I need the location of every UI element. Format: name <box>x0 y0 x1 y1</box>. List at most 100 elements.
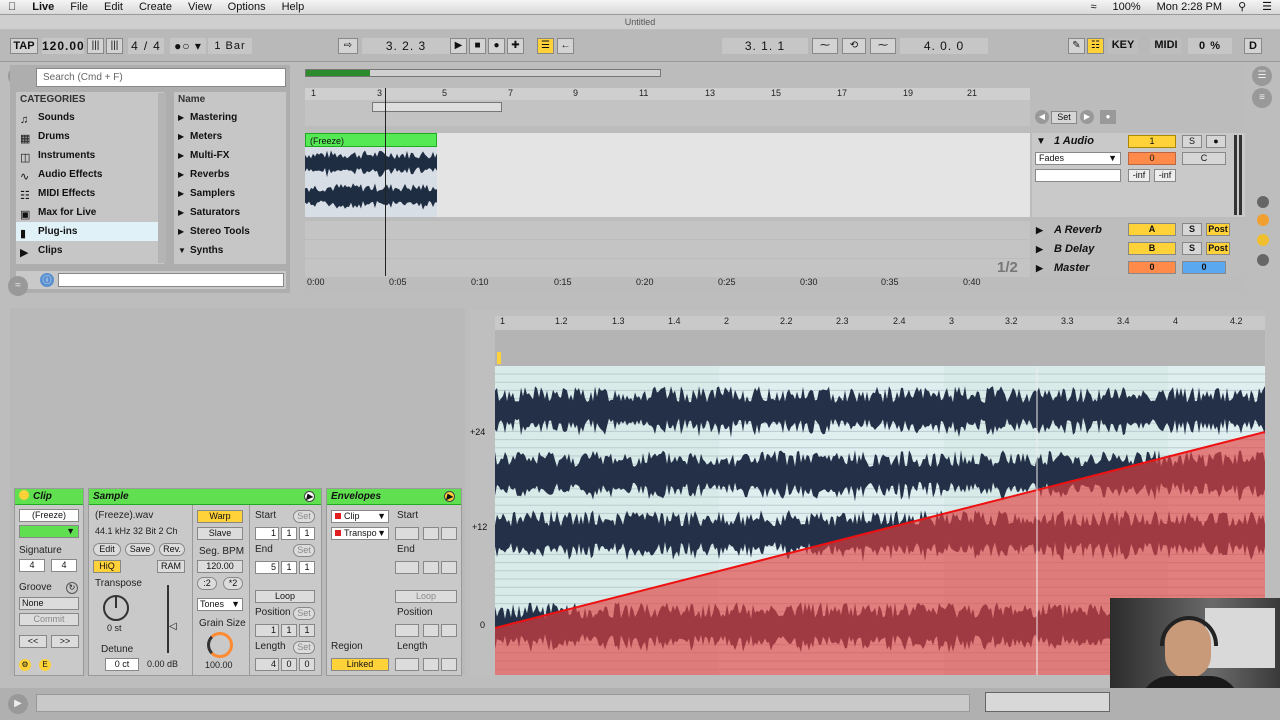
apple-icon[interactable]:  <box>0 0 24 15</box>
arrangement-view-icon[interactable]: ≡ <box>1252 88 1272 108</box>
mixer-toggle-icon[interactable] <box>1257 234 1269 246</box>
info-toggle-icon[interactable]: ▶ <box>8 694 28 714</box>
search-input[interactable]: Search (Cmd + F) <box>36 68 286 87</box>
punch-in-icon[interactable]: ⁓ <box>812 38 838 54</box>
category-midi-effects[interactable]: ☷ MIDI Effects <box>16 184 164 203</box>
delay-toggle-icon[interactable] <box>1257 254 1269 266</box>
env-position-field[interactable] <box>395 624 419 637</box>
warp-mode-select[interactable]: Tones ▼ <box>197 598 243 611</box>
return-activator[interactable]: A <box>1128 223 1176 236</box>
track-expand-icon[interactable]: ▶ <box>1036 259 1043 277</box>
punch-out-icon[interactable]: ⁓ <box>870 38 896 54</box>
slave-button[interactable]: Slave <box>197 527 243 540</box>
next-icon[interactable]: >> <box>51 635 79 648</box>
play-icon[interactable]: ▶ <box>450 38 467 54</box>
time-ruler[interactable]: 0:00 0:05 0:10 0:15 0:20 0:25 0:30 0:35 … <box>305 277 1030 289</box>
return-b-lane[interactable] <box>305 240 1030 258</box>
post-button[interactable]: Post <box>1206 223 1230 236</box>
start-marker[interactable] <box>497 352 501 364</box>
spotlight-icon[interactable]: ⚲ <box>1230 0 1254 15</box>
end-sixteenth[interactable]: 1 <box>299 561 315 574</box>
overview-bar[interactable] <box>305 69 661 77</box>
zoom-level[interactable]: 1/2 <box>997 259 1018 276</box>
arrangement-clip[interactable]: (Freeze) <box>305 133 437 217</box>
follow-icon[interactable]: ⇨ <box>338 38 358 54</box>
return-name[interactable]: B Delay <box>1054 240 1094 258</box>
length-sixteenth[interactable]: 0 <box>299 658 315 671</box>
automation-arm-icon[interactable]: ☰ <box>537 38 554 54</box>
master-lane[interactable] <box>305 259 1030 277</box>
category-plug-ins[interactable]: ▮ Plug-ins <box>16 222 164 241</box>
signature-numerator[interactable]: 4 <box>128 38 142 54</box>
start-bar[interactable]: 1 <box>255 527 279 540</box>
detune-field[interactable]: 0 ct <box>105 658 139 671</box>
tap-button[interactable]: TAP <box>10 38 38 54</box>
envelope-settings-icon[interactable]: E <box>39 659 51 671</box>
env-end-field[interactable] <box>441 561 457 574</box>
master-volume[interactable]: 0 <box>1128 261 1176 274</box>
category-instruments[interactable]: ◫ Instruments <box>16 146 164 165</box>
track-name[interactable]: 1 Audio <box>1054 135 1094 147</box>
io-toggle-icon[interactable] <box>1257 196 1269 208</box>
list-item[interactable]: ▶ Multi-FX <box>174 146 286 165</box>
grain-size-knob[interactable] <box>207 632 233 658</box>
gain-slider[interactable] <box>167 585 169 653</box>
nav-left-icon[interactable]: ◀ <box>1035 110 1049 124</box>
warp-button[interactable]: Warp <box>197 510 243 523</box>
end-beat[interactable]: 1 <box>281 561 297 574</box>
loop-switch-icon[interactable]: ⟲ <box>842 38 866 54</box>
gain-slider-thumb[interactable]: ◁ <box>169 621 177 632</box>
list-icon[interactable]: ☰ <box>1254 0 1280 15</box>
length-bar[interactable]: 4 <box>255 658 279 671</box>
groove-select[interactable]: None <box>19 597 79 610</box>
nudge-down-icon[interactable]: ||| <box>87 38 104 54</box>
track-activator[interactable]: 1 <box>1128 135 1176 148</box>
start-beat[interactable]: 1 <box>281 527 297 540</box>
list-item[interactable]: ▶ Reverbs <box>174 165 286 184</box>
signature-denominator[interactable]: 4 <box>150 38 164 54</box>
pan-field[interactable]: C <box>1182 152 1226 165</box>
env-start-field[interactable] <box>441 527 457 540</box>
seg-bpm-field[interactable]: 120.00 <box>197 560 243 573</box>
env-position-field[interactable] <box>441 624 457 637</box>
solo-button[interactable]: S <box>1182 242 1202 255</box>
set-end-button[interactable]: Set <box>293 544 315 557</box>
key-map-button[interactable]: KEY <box>1108 38 1138 54</box>
hiq-button[interactable]: HiQ <box>93 560 121 573</box>
clip-sig-den[interactable]: 4 <box>51 559 77 572</box>
battery-label[interactable]: 100% <box>1105 0 1149 15</box>
category-drums[interactable]: ▦ Drums <box>16 127 164 146</box>
track-fold-icon[interactable]: ▼ <box>1036 136 1046 147</box>
bar-ruler[interactable]: 1 3 5 7 9 11 13 15 17 19 21 <box>305 88 1030 100</box>
quantize-menu[interactable]: 1 Bar <box>208 38 252 54</box>
return-activator[interactable]: B <box>1128 242 1176 255</box>
midi-map-button[interactable]: MIDI <box>1150 38 1182 54</box>
nudge-up-icon[interactable]: ||| <box>106 38 123 54</box>
wifi-icon[interactable]: ≈ <box>1082 0 1104 15</box>
arm-record-icon[interactable]: ● <box>1206 135 1226 148</box>
edit-button[interactable]: Edit <box>93 543 121 556</box>
env-end-field[interactable] <box>395 561 419 574</box>
envelope-control-select[interactable]: Transpo ▼ <box>331 527 389 540</box>
stop-icon[interactable]: ■ <box>469 38 486 54</box>
menu-app[interactable]: Live <box>24 0 62 15</box>
return-name[interactable]: A Reverb <box>1054 221 1102 239</box>
clip-color-select[interactable]: ▼ <box>19 525 79 538</box>
lock-icon[interactable]: ● <box>1100 110 1116 124</box>
nav-right-icon[interactable]: ▶ <box>1080 110 1094 124</box>
menu-create[interactable]: Create <box>131 0 180 15</box>
env-start-field[interactable] <box>395 527 419 540</box>
categories-scrollbar[interactable] <box>158 93 166 263</box>
save-button[interactable]: Save <box>125 543 155 556</box>
position-sixteenth[interactable]: 1 <box>299 624 315 637</box>
env-end-field[interactable] <box>423 561 439 574</box>
menu-options[interactable]: Options <box>220 0 274 15</box>
category-audio-effects[interactable]: ∿ Audio Effects <box>16 165 164 184</box>
clock[interactable]: Mon 2:28 PM <box>1149 0 1230 15</box>
computer-midi-icon[interactable]: ☷ <box>1087 38 1104 54</box>
list-item[interactable]: ▶ Samplers <box>174 184 286 203</box>
loop-brace-lane[interactable] <box>305 100 1030 126</box>
metronome-icon[interactable]: ●○ ▾ <box>170 38 206 54</box>
list-item[interactable]: ▶ Mastering <box>174 108 286 127</box>
session-view-icon[interactable]: ☰ <box>1252 66 1272 86</box>
